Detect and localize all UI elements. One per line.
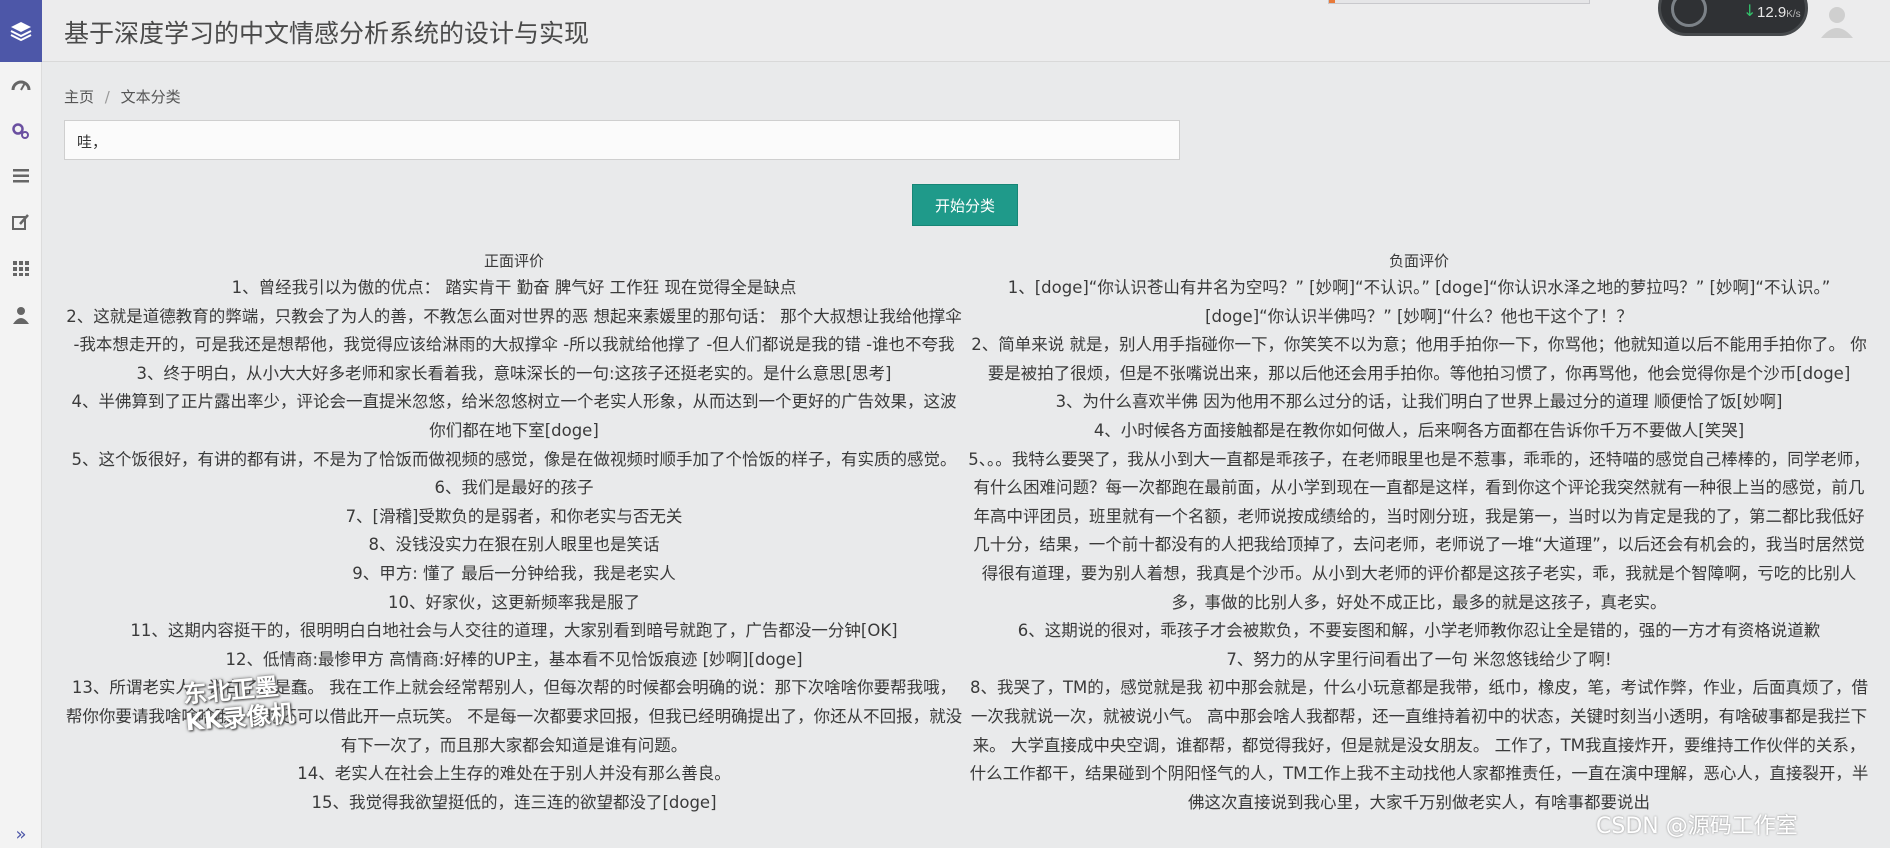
positive-item: 2、这就是道德教育的弊端，只教会了为人的善，不教怎么面对世界的恶 想起来素媛里的… [66, 306, 962, 355]
negative-item: 1、[doge]“你认识苍山有井名为空吗？” [妙啊]“不认识。” [doge]… [1007, 278, 1831, 326]
recorder-watermark: 东北正墨 KK录像机 [182, 671, 296, 736]
progress-bar-decoration [1328, 0, 1590, 4]
positive-item: 7、[滑稽]受欺负的是弱者，和你老实与否无关 [345, 506, 683, 526]
sidebar-expand-button[interactable]: » [0, 820, 42, 848]
network-speed-widget: ↓ 12.9K/s [1658, 0, 1808, 36]
corner-watermark: CSDN @源码工作室 [1596, 814, 1798, 839]
positive-item: 15、我觉得我欲望挺低的，连三连的欲望都没了[doge] [311, 792, 717, 812]
negative-item: 6、这期说的很对，乖孩子才会被欺负，不要妄图和解，小学老师教你忍让全是错的，强的… [1017, 621, 1821, 641]
grid-icon[interactable] [0, 253, 42, 283]
avatar[interactable] [1818, 2, 1856, 40]
negative-item: 5、。。我特么要哭了，我从小到大一直都是乖孩子，在老师眼里也是不惹事，乖乖的，还… [968, 449, 1870, 612]
sidebar: » [0, 0, 42, 848]
positive-item: 10、好家伙，这更新频率我是服了 [388, 592, 640, 612]
usage-ring-icon [1671, 0, 1707, 27]
negative-header: 负面评价 [1388, 252, 1449, 270]
header: 基于深度学习的中文情感分析系统的设计与实现 [42, 0, 1890, 62]
user-icon[interactable] [0, 300, 42, 330]
positive-item: 9、甲方: 懂了 最后一分钟给我，我是老实人 [352, 563, 676, 583]
positive-item: 8、没钱没实力在狠在别人眼里也是笑话 [368, 535, 660, 555]
positive-item: 11、这期内容挺干的，很明明白白地社会与人交往的道理，大家别看到暗号就跑了，广告… [130, 621, 898, 641]
positive-item: 4、半佛算到了正片露出率少，评论会一直提米忽悠，给米忽悠树立一个老实人形象，从而… [71, 392, 957, 440]
breadcrumb: 主页 / 文本分类 [64, 86, 181, 107]
gears-icon[interactable] [0, 116, 42, 146]
speed-unit: K/s [1786, 9, 1801, 20]
list-icon[interactable] [0, 161, 42, 191]
logo-layers-icon[interactable] [0, 0, 42, 62]
network-speed-value: 12.9K/s [1757, 4, 1801, 21]
page-title: 基于深度学习的中文情感分析系统的设计与实现 [64, 19, 590, 48]
positive-item: 6、我们是最好的孩子 [434, 478, 594, 498]
negative-item: 3、为什么喜欢半佛 因为他用不那么过分的话，让我们明白了世界上最过分的道理 顺便… [1055, 392, 1783, 412]
text-input[interactable]: 哇， [64, 120, 1180, 160]
negative-item: 2、简单来说 就是，别人用手指碰你一下，你笑笑不以为意；他用手拍你一下，你骂他；… [971, 335, 1867, 383]
negative-item: 4、小时候各方面接触都是在教你如何做人，后来啊各方面都在告诉你千万不要做人[笑哭… [1093, 420, 1745, 440]
positive-item: 5、这个饭很好，有讲的都有讲，不是为了恰饭而做视频的感觉，像是在做视频时顺手加了… [71, 449, 957, 469]
dashboard-icon[interactable] [0, 70, 42, 100]
positive-header: 正面评价 [483, 252, 544, 270]
positive-item: 14、老实人在社会上生存的难处在于别人并没有那么善良。 [297, 764, 731, 784]
positive-item: 3、终于明白，从小大大好多老师和家长看着我，意味深长的一句:这孩子还挺老实的。是… [136, 363, 892, 383]
negative-item: 8、我哭了，TM的，感觉就是我 初中那会就是，什么小玩意都是我带，纸巾，橡皮，笔… [969, 678, 1869, 812]
breadcrumb-current: 文本分类 [120, 88, 181, 106]
classify-button[interactable]: 开始分类 [912, 184, 1018, 226]
speed-number: 12.9 [1757, 4, 1787, 21]
negative-reviews-column: 负面评价 1、[doge]“你认识苍山有井名为空吗？” [妙啊]“不认识。” [… [966, 252, 1872, 817]
positive-item: 12、低情商:最惨甲方 高情商:好棒的UP主，基本看不见恰饭痕迹 [妙啊][do… [225, 649, 803, 669]
positive-item: 1、曾经我引以为傲的优点： 踏实肯干 勤奋 脾气好 工作狂 现在觉得全是缺点 [231, 278, 797, 297]
breadcrumb-home[interactable]: 主页 [64, 88, 94, 106]
breadcrumb-separator: / [104, 88, 110, 106]
download-arrow-icon: ↓ [1743, 1, 1757, 20]
negative-item: 7、努力的从字里行间看出了一句 米忽悠钱给少了啊! [1226, 649, 1612, 669]
edit-icon[interactable] [0, 207, 42, 237]
